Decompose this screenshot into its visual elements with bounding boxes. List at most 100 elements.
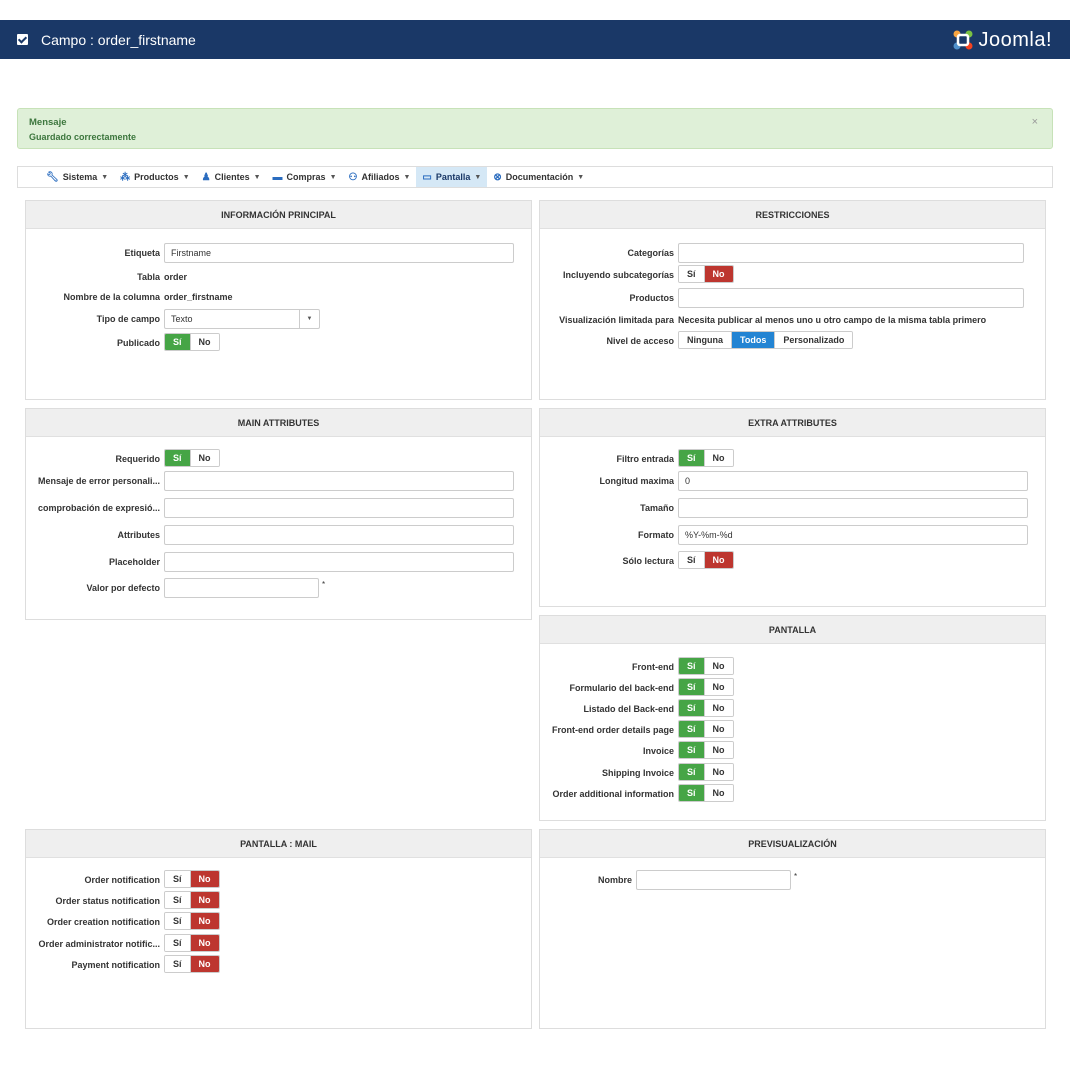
order-admin-notification-toggle[interactable]: Sí No	[164, 934, 220, 952]
menu-documentacion[interactable]: ⊗ Documentación ▼	[487, 167, 590, 187]
tamano-label: Tamaño	[640, 503, 674, 513]
top-header: Campo : order_firstname Joomla!	[0, 20, 1070, 59]
error-message-input[interactable]	[164, 471, 514, 491]
publicado-label: Publicado	[116, 338, 160, 348]
nombre-input[interactable]	[636, 870, 791, 890]
panel-title: PANTALLA	[540, 616, 1045, 644]
additional-info-toggle[interactable]: Sí No	[678, 784, 734, 802]
subcategorias-label: Incluyendo subcategorías	[562, 270, 674, 280]
longitud-label: Longitud maxima	[599, 476, 674, 486]
backend-form-toggle[interactable]: Sí No	[678, 678, 734, 696]
help-icon: ⊗	[493, 171, 502, 183]
tabla-value: order	[164, 272, 188, 282]
payment-notification-label: Payment notification	[71, 960, 160, 970]
publicado-toggle[interactable]: Sí No	[164, 333, 220, 351]
regex-label: comprobación de expresió...	[37, 503, 160, 513]
menu-sistema[interactable]: 🔧︎ Sistema ▼	[40, 167, 114, 187]
nivel-acceso-group[interactable]: Ninguna Todos Personalizado	[678, 331, 854, 349]
order-notification-toggle[interactable]: Sí No	[164, 870, 220, 888]
joomla-logo-text: Joomla!	[978, 28, 1052, 51]
categorias-input[interactable]	[678, 243, 1024, 263]
menu-clientes[interactable]: ♟ Clientes ▼	[196, 167, 267, 187]
backend-list-label: Listado del Back-end	[583, 704, 674, 714]
order-status-notification-toggle[interactable]: Sí No	[164, 891, 220, 909]
alert-heading: Mensaje	[29, 117, 67, 128]
columna-label: Nombre de la columna	[63, 292, 160, 302]
shipping-invoice-label: Shipping Invoice	[601, 768, 674, 778]
panel-title: MAIN ATTRIBUTES	[26, 409, 531, 437]
panel-title: INFORMACIÓN PRINCIPAL	[26, 201, 531, 229]
success-alert: Mensaje Guardado correctamente ×	[17, 108, 1053, 149]
caret-down-icon: ▼	[253, 173, 261, 181]
attributes-input[interactable]	[164, 525, 514, 545]
requerido-toggle[interactable]: Sí No	[164, 449, 220, 467]
users-icon: ⚇	[348, 171, 358, 183]
order-details-toggle[interactable]: Sí No	[678, 720, 734, 738]
default-value-input[interactable]	[164, 578, 319, 598]
credit-card-icon: ▬	[272, 171, 283, 183]
close-icon[interactable]: ×	[1032, 116, 1038, 128]
caret-down-icon: ▼	[403, 173, 411, 181]
main-menu: 🔧︎ Sistema ▼ ⁂ Productos ▼ ♟ Clientes ▼ ▬ Compr…	[17, 166, 1053, 188]
default-value-label: Valor por defecto	[86, 583, 160, 593]
longitud-input[interactable]: 0	[678, 471, 1028, 491]
filtro-entrada-label: Filtro entrada	[616, 454, 674, 464]
joomla-logo-icon	[953, 30, 973, 50]
order-notification-label: Order notification	[84, 875, 160, 885]
panel-title: PREVISUALIZACIÓN	[540, 830, 1045, 858]
panel-extra-attributes: EXTRA ATTRIBUTES Filtro entrada Sí No Lon…	[539, 408, 1046, 607]
order-details-label: Front-end order details page	[551, 725, 674, 735]
invoice-toggle[interactable]: Sí No	[678, 741, 734, 759]
tipo-campo-select[interactable]: Texto ▼	[164, 309, 320, 329]
productos-input[interactable]	[678, 288, 1024, 308]
order-admin-notification-label: Order administrator notific...	[38, 939, 160, 949]
payment-notification-toggle[interactable]: Sí No	[164, 955, 220, 973]
categorias-label: Categorías	[627, 248, 674, 258]
panel-pantalla: PANTALLA Front-end Sí No Formulario del ba…	[539, 615, 1046, 821]
order-creation-notification-toggle[interactable]: Sí No	[164, 912, 220, 930]
menu-afiliados[interactable]: ⚇ Afiliados ▼	[343, 167, 417, 187]
regex-input[interactable]	[164, 498, 514, 518]
caret-down-icon: ▼	[182, 173, 190, 181]
filtro-entrada-toggle[interactable]: Sí No	[678, 449, 734, 467]
caret-down-icon: ▼	[101, 173, 109, 181]
nivel-acceso-label: Nivel de acceso	[606, 336, 674, 346]
joomla-logo: Joomla!	[952, 29, 1052, 51]
solo-lectura-label: Sólo lectura	[622, 556, 674, 566]
required-star: *	[322, 580, 326, 589]
additional-info-label: Order additional information	[552, 789, 674, 799]
caret-down-icon: ▼	[474, 173, 482, 181]
placeholder-input[interactable]	[164, 552, 514, 572]
panel-title: RESTRICCIONES	[540, 201, 1045, 229]
front-end-toggle[interactable]: Sí No	[678, 657, 734, 675]
alert-message: Guardado correctamente	[29, 132, 137, 142]
panel-title: EXTRA ATTRIBUTES	[540, 409, 1045, 437]
menu-compras[interactable]: ▬ Compras ▼	[267, 167, 343, 187]
backend-list-toggle[interactable]: Sí No	[678, 699, 734, 717]
subcategorias-toggle[interactable]: Sí No	[678, 265, 734, 283]
menu-pantalla[interactable]: ▭ Pantalla ▼	[416, 167, 488, 187]
shipping-invoice-toggle[interactable]: Sí No	[678, 763, 734, 781]
backend-form-label: Formulario del back-end	[569, 683, 674, 693]
cubes-icon: ⁂	[120, 171, 131, 183]
chevron-down-icon: ▼	[299, 310, 319, 328]
page-title: Campo : order_firstname	[41, 32, 196, 48]
menu-productos[interactable]: ⁂ Productos ▼	[114, 167, 195, 187]
wrench-icon: 🔧︎	[46, 171, 59, 183]
columna-value: order_firstname	[164, 292, 233, 302]
formato-input[interactable]: %Y-%m-%d	[678, 525, 1028, 545]
etiqueta-label: Etiqueta	[124, 248, 160, 258]
panel-pantalla-mail: PANTALLA : MAIL Order notification Sí No O…	[25, 829, 532, 1029]
etiqueta-input[interactable]: Firstname	[164, 243, 514, 263]
solo-lectura-toggle[interactable]: Sí No	[678, 551, 734, 569]
attributes-label: Attributes	[117, 530, 161, 540]
order-creation-notification-label: Order creation notification	[46, 917, 160, 927]
tipo-campo-label: Tipo de campo	[96, 314, 160, 324]
formato-label: Formato	[638, 530, 674, 540]
caret-down-icon: ▼	[577, 173, 585, 181]
monitor-icon: ▭	[422, 171, 432, 183]
front-end-label: Front-end	[632, 662, 674, 672]
placeholder-label: Placeholder	[108, 557, 160, 567]
tamano-input[interactable]	[678, 498, 1028, 518]
panel-restricciones: RESTRICCIONES Categorías Incluyendo subc…	[539, 200, 1046, 400]
